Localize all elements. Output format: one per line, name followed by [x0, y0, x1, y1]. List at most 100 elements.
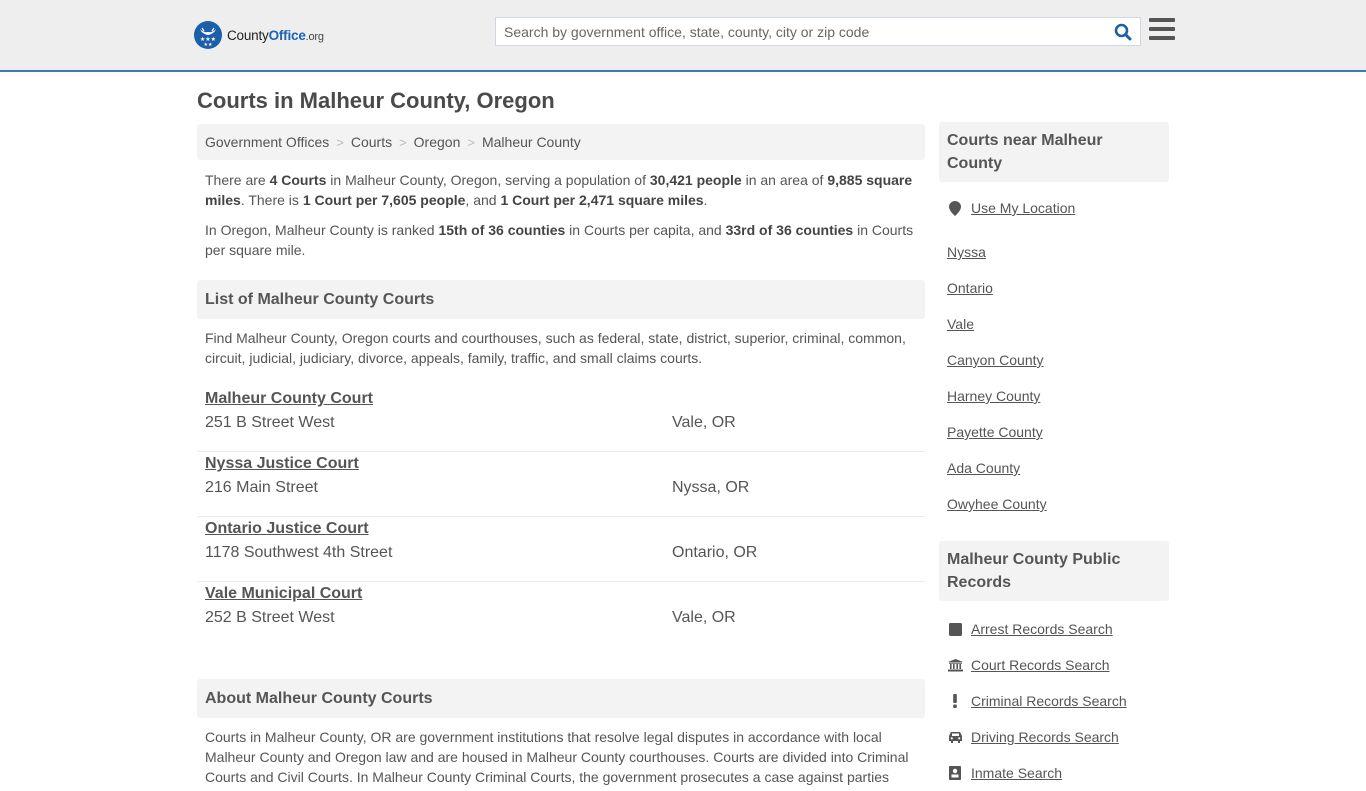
ranking-paragraph: In Oregon, Malheur County is ranked 15th… [197, 220, 925, 260]
rank-per-capita: 15th of 36 counties [438, 222, 566, 238]
records-item: Criminal Records Search [947, 683, 1161, 719]
summary-text: . There is [240, 192, 303, 208]
criminal-records-link[interactable]: Criminal Records Search [971, 693, 1127, 709]
public-records-heading: Malheur County Public Records [939, 541, 1169, 601]
summary-text: . [703, 192, 708, 208]
hamburger-menu-icon[interactable] [1149, 18, 1175, 42]
summary-text: There are [205, 172, 270, 188]
court-records-link[interactable]: Court Records Search [971, 657, 1110, 673]
nearby-link-payette-county[interactable]: Payette County [947, 424, 1043, 440]
sidebar: Courts near Malheur County Use My Locati… [939, 122, 1169, 791]
car-icon [947, 731, 963, 743]
search-input[interactable] [496, 18, 1106, 45]
site-header: ★★★ ★★ CountyOffice.org [0, 0, 1366, 72]
use-my-location-item: Use My Location [947, 198, 1161, 218]
logo-text-office: Office [268, 27, 306, 43]
nearby-item: Harney County [947, 378, 1161, 414]
court-item: Vale Municipal Court 252 B Street West V… [197, 582, 925, 647]
summary-text: , and [465, 192, 501, 208]
search-icon [1114, 23, 1132, 40]
records-item: Inmate Search [947, 755, 1161, 791]
nearby-item: Ada County [947, 450, 1161, 486]
court-count: 4 Courts [269, 172, 327, 188]
courthouse-icon [947, 658, 963, 672]
nearby-link-vale[interactable]: Vale [947, 316, 974, 332]
court-name-link[interactable]: Malheur County Court [205, 390, 373, 408]
logo-text-county: County [227, 27, 269, 43]
breadcrumb-courts[interactable]: Courts [351, 134, 392, 150]
nearby-item: Payette County [947, 414, 1161, 450]
site-logo[interactable]: ★★★ ★★ CountyOffice.org [194, 21, 324, 49]
court-city: Vale, OR [672, 609, 736, 626]
population: 30,421 people [649, 172, 742, 188]
breadcrumb-separator: > [399, 134, 407, 150]
records-item: Driving Records Search [947, 719, 1161, 755]
logo-wordmark: CountyOffice.org [227, 28, 324, 43]
list-section-intro: Find Malheur County, Oregon courts and c… [205, 330, 906, 366]
nearby-link-ontario[interactable]: Ontario [947, 280, 993, 296]
courts-per-area: 1 Court per 2,471 square miles [500, 192, 704, 208]
nearby-item: Canyon County [947, 342, 1161, 378]
summary-paragraph: There are 4 Courts in Malheur County, Or… [197, 170, 925, 210]
about-section-text: Courts in Malheur County, OR are governm… [205, 729, 909, 785]
inmate-icon [947, 766, 963, 780]
records-item: Arrest Records Search [947, 611, 1161, 647]
court-item: Nyssa Justice Court 216 Main Street Nyss… [197, 452, 925, 517]
menu-bar [1149, 36, 1175, 40]
court-list: Malheur County Court 251 B Street West V… [197, 387, 925, 647]
nearby-link-ada-county[interactable]: Ada County [947, 460, 1020, 476]
breadcrumb-separator: > [336, 134, 344, 150]
logo-text-tld: .org [305, 30, 324, 43]
menu-bar [1149, 27, 1175, 31]
nearby-courts-heading: Courts near Malheur County [939, 122, 1169, 182]
court-address: 251 B Street West [205, 414, 335, 431]
nearby-item: Owyhee County [947, 486, 1161, 522]
about-section-heading: About Malheur County Courts [197, 679, 925, 718]
inmate-search-link[interactable]: Inmate Search [971, 765, 1062, 781]
court-city: Ontario, OR [672, 544, 758, 561]
search-bar [495, 17, 1141, 46]
breadcrumb-separator: > [467, 134, 475, 150]
courts-per-people: 1 Court per 7,605 people [302, 192, 466, 208]
court-name-link[interactable]: Nyssa Justice Court [205, 455, 359, 473]
ranking-text: In Oregon, Malheur County is ranked [205, 222, 439, 238]
court-item: Malheur County Court 251 B Street West V… [197, 387, 925, 452]
court-address: 216 Main Street [205, 479, 318, 496]
svg-text:★★: ★★ [204, 42, 213, 48]
driving-records-link[interactable]: Driving Records Search [971, 729, 1119, 745]
use-my-location-link[interactable]: Use My Location [971, 200, 1075, 216]
map-pin-icon [947, 200, 963, 216]
nearby-link-harney-county[interactable]: Harney County [947, 388, 1040, 404]
nearby-link-nyssa[interactable]: Nyssa [947, 244, 986, 260]
nearby-link-canyon-county[interactable]: Canyon County [947, 352, 1044, 368]
ranking-text: in Courts per capita, and [565, 222, 726, 238]
arrest-records-link[interactable]: Arrest Records Search [971, 621, 1113, 637]
list-section-heading: List of Malheur County Courts [197, 280, 925, 319]
court-name-link[interactable]: Ontario Justice Court [205, 520, 369, 538]
nearby-courts-list: Use My Location Nyssa Ontario Vale Canyo… [939, 198, 1169, 522]
page-title: Courts in Malheur County, Oregon [197, 88, 555, 113]
court-city: Nyssa, OR [672, 479, 750, 496]
public-records-list: Arrest Records Search Court Records Sear… [939, 611, 1169, 791]
square-icon [947, 622, 963, 636]
summary-text: in an area of [741, 172, 828, 188]
court-address: 252 B Street West [205, 609, 335, 626]
breadcrumb-oregon[interactable]: Oregon [414, 134, 461, 150]
exclamation-icon [947, 694, 963, 708]
summary-text: in Malheur County, Oregon, serving a pop… [326, 172, 650, 188]
court-name-link[interactable]: Vale Municipal Court [205, 585, 362, 603]
search-button[interactable] [1106, 18, 1140, 45]
eagle-stars-logo-icon: ★★★ ★★ [194, 21, 222, 49]
breadcrumb-malheur-county: Malheur County [481, 134, 581, 150]
court-address: 1178 Southwest 4th Street [205, 544, 393, 561]
breadcrumb: Government Offices > Courts > Oregon > M… [197, 124, 925, 160]
nearby-item: Ontario [947, 270, 1161, 306]
main-content: Government Offices > Courts > Oregon > M… [197, 124, 925, 787]
nearby-link-owyhee-county[interactable]: Owyhee County [947, 496, 1047, 512]
court-city: Vale, OR [672, 414, 736, 431]
breadcrumb-government-offices[interactable]: Government Offices [205, 134, 329, 150]
menu-bar [1149, 18, 1175, 22]
nearby-item: Nyssa [947, 234, 1161, 270]
rank-per-square-mile: 33rd of 36 counties [725, 222, 854, 238]
records-item: Court Records Search [947, 647, 1161, 683]
